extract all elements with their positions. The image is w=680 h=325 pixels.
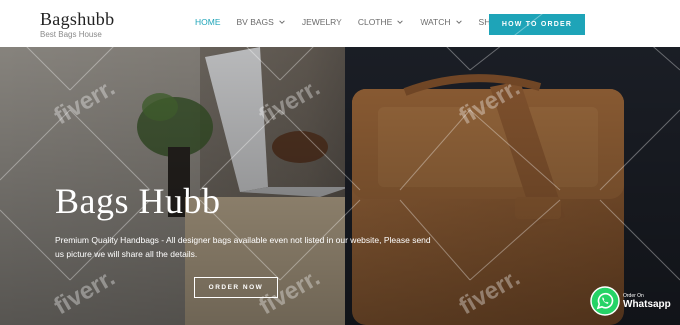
nav-item-watch[interactable]: WATCH xyxy=(420,17,462,27)
whatsapp-label-group: Order On Whatsapp xyxy=(623,293,671,310)
site-header: Bagshubb Best Bags House HOME BV BAGS JE… xyxy=(0,0,680,47)
logo-title: Bagshubb xyxy=(40,9,115,29)
site-logo[interactable]: Bagshubb Best Bags House xyxy=(40,9,114,39)
nav-item-bv-bags[interactable]: BV BAGS xyxy=(237,17,286,27)
hero-description: Premium Quality Handbags - All designer … xyxy=(55,235,431,259)
chevron-down-icon xyxy=(279,20,285,24)
main-nav: HOME BV BAGS JEWELRY CLOTHE WATCH SHOES xyxy=(195,17,524,27)
hero-title: Bags Hubb xyxy=(55,181,221,221)
how-to-order-button[interactable]: HOW TO ORDER xyxy=(489,14,585,35)
nav-label: CLOTHE xyxy=(357,17,393,27)
nav-label: WATCH xyxy=(420,17,451,27)
logo-tagline: Best Bags House xyxy=(40,30,102,39)
whatsapp-order-button[interactable]: Order On Whatsapp xyxy=(590,285,674,317)
whatsapp-icon xyxy=(590,286,620,316)
nav-item-clothe[interactable]: CLOTHE xyxy=(358,17,404,27)
chevron-down-icon xyxy=(455,20,462,24)
order-now-button[interactable]: ORDER NOW xyxy=(194,277,278,298)
hero-banner: Bags Hubb Premium Quality Handbags - All… xyxy=(0,47,680,325)
nav-label: BV BAGS xyxy=(236,17,274,27)
nav-item-home[interactable]: HOME xyxy=(195,17,221,27)
nav-item-jewelry[interactable]: JEWELRY xyxy=(302,17,342,27)
nav-label: JEWELRY xyxy=(301,17,342,27)
chevron-down-icon xyxy=(397,20,404,24)
nav-label: HOME xyxy=(195,17,221,27)
whatsapp-label: Whatsapp xyxy=(623,298,671,310)
